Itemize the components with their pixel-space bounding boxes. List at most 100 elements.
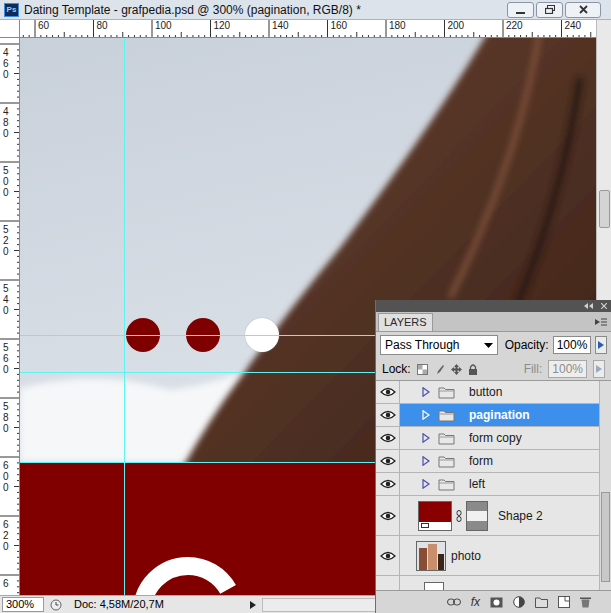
ruler-label: 180 bbox=[389, 20, 407, 32]
expand-icon[interactable] bbox=[422, 433, 430, 443]
guide-vertical[interactable] bbox=[124, 38, 125, 595]
expand-icon[interactable] bbox=[422, 479, 430, 489]
ruler-label: 560 bbox=[3, 342, 13, 375]
scrollbar-thumb[interactable] bbox=[599, 190, 610, 228]
ruler-label: 600 bbox=[3, 460, 13, 493]
horizontal-ruler[interactable]: 6080100120140160180200220240 bbox=[20, 20, 596, 38]
photoshop-window: PsDating Template - grafpedia.psd @ 300%… bbox=[0, 0, 611, 613]
layer-name[interactable]: photo bbox=[451, 547, 481, 565]
vertical-ruler[interactable]: 4604805005205405605806006206 bbox=[0, 38, 20, 595]
ruler-label: 240 bbox=[565, 20, 583, 32]
eye-icon[interactable] bbox=[380, 551, 396, 561]
arrow-icon[interactable] bbox=[596, 365, 602, 373]
arrow-icon[interactable] bbox=[250, 601, 256, 609]
restore-button[interactable] bbox=[536, 2, 563, 18]
app-icon: Ps bbox=[4, 3, 19, 17]
layer-name[interactable]: Shape 2 bbox=[498, 507, 543, 525]
layers-toolbar: fx bbox=[376, 590, 611, 613]
layer-name[interactable]: left bbox=[469, 475, 485, 493]
zoom-field[interactable]: 300% bbox=[2, 597, 44, 612]
minimize-button[interactable] bbox=[507, 2, 534, 18]
eye-icon[interactable] bbox=[380, 511, 396, 521]
blend-row: Pass Through Opacity:100% bbox=[376, 332, 611, 358]
mask-thumbnail bbox=[466, 501, 488, 531]
eye-icon[interactable] bbox=[380, 410, 396, 420]
layers-tab[interactable]: LAYERS bbox=[378, 313, 433, 331]
expand-icon[interactable] bbox=[422, 456, 430, 466]
layer-list[interactable]: button pagination form copy form left Shape 2… bbox=[376, 380, 611, 590]
layer-row[interactable]: left bbox=[376, 473, 599, 496]
fill-label: Fill: bbox=[524, 360, 543, 378]
layer-list-scrollbar[interactable] bbox=[599, 381, 611, 590]
visibility-cell[interactable] bbox=[376, 473, 400, 495]
layers-panel[interactable]: LAYERSPass ThroughOpacity:100%Lock:Fill:… bbox=[375, 300, 611, 613]
ruler-label: 480 bbox=[3, 106, 13, 139]
ruler-label: 140 bbox=[272, 20, 290, 32]
visibility-cell[interactable] bbox=[376, 450, 400, 472]
panel-tabs: LAYERS bbox=[376, 312, 611, 332]
visibility-cell[interactable] bbox=[376, 536, 400, 575]
folder-icon bbox=[438, 386, 455, 399]
layer-row[interactable]: photo bbox=[376, 536, 599, 576]
close-button[interactable] bbox=[565, 2, 601, 18]
ruler-label: 160 bbox=[331, 20, 349, 32]
lock-transparency-icon[interactable] bbox=[417, 364, 428, 375]
fill-slider-button[interactable] bbox=[593, 360, 605, 378]
dropdown-icon[interactable] bbox=[484, 343, 493, 348]
eye-icon[interactable] bbox=[380, 433, 396, 443]
image-thumbnail bbox=[416, 541, 446, 571]
visibility-cell[interactable] bbox=[376, 427, 400, 449]
folder-icon bbox=[438, 432, 455, 445]
blend-mode-select[interactable]: Pass Through bbox=[380, 335, 498, 355]
close-icon[interactable] bbox=[601, 303, 607, 309]
layer-name[interactable]: form copy bbox=[469, 429, 522, 447]
ruler-label: 200 bbox=[448, 20, 466, 32]
ruler-label: 620 bbox=[3, 519, 13, 552]
link-layers-icon[interactable] bbox=[447, 598, 461, 606]
ruler-label: 540 bbox=[3, 283, 13, 316]
eye-icon[interactable] bbox=[380, 456, 396, 466]
ruler-corner bbox=[0, 20, 20, 38]
folder-icon bbox=[438, 478, 455, 491]
new-group-icon[interactable] bbox=[535, 597, 548, 608]
panel-header[interactable] bbox=[376, 300, 611, 312]
visibility-cell[interactable] bbox=[376, 576, 400, 590]
layer-row[interactable]: form copy bbox=[376, 427, 599, 450]
folder-icon bbox=[438, 455, 455, 468]
lock-position-icon[interactable] bbox=[451, 364, 462, 375]
opacity-label: Opacity: bbox=[505, 336, 549, 354]
eye-icon[interactable] bbox=[380, 479, 396, 489]
link-icon[interactable] bbox=[456, 510, 462, 522]
eye-icon[interactable] bbox=[380, 387, 396, 397]
fill-field[interactable]: 100% bbox=[548, 360, 587, 378]
window-controls bbox=[507, 2, 601, 18]
lock-all-icon[interactable] bbox=[468, 364, 478, 375]
trash-icon[interactable] bbox=[580, 596, 591, 608]
ruler-label: 500 bbox=[3, 165, 13, 198]
arrow-icon[interactable] bbox=[598, 341, 604, 349]
panel-menu-icon[interactable] bbox=[595, 318, 607, 326]
expand-icon[interactable] bbox=[422, 387, 430, 397]
status-icon[interactable] bbox=[50, 599, 62, 611]
layer-name[interactable]: pagination bbox=[469, 406, 530, 424]
layer-row[interactable]: button bbox=[376, 381, 599, 404]
visibility-cell[interactable] bbox=[376, 496, 400, 535]
layer-row[interactable]: pagination bbox=[376, 404, 599, 427]
layer-row[interactable] bbox=[376, 576, 599, 590]
collapse-icon[interactable] bbox=[584, 303, 593, 309]
layer-row[interactable]: form bbox=[376, 450, 599, 473]
opacity-slider-button[interactable] bbox=[595, 336, 607, 354]
expand-icon[interactable] bbox=[422, 410, 430, 420]
layer-name[interactable]: button bbox=[469, 383, 502, 401]
new-layer-icon[interactable] bbox=[558, 596, 570, 608]
layer-style-button[interactable]: fx bbox=[471, 596, 480, 608]
adjustment-layer-icon[interactable] bbox=[513, 596, 525, 608]
add-mask-icon[interactable] bbox=[490, 597, 503, 608]
lock-pixels-icon[interactable] bbox=[434, 364, 445, 375]
visibility-cell[interactable] bbox=[376, 381, 400, 403]
opacity-field[interactable]: 100% bbox=[553, 336, 592, 354]
layer-row[interactable]: Shape 2 bbox=[376, 496, 599, 536]
restore-icon bbox=[545, 5, 555, 14]
visibility-cell[interactable] bbox=[376, 404, 400, 426]
layer-name[interactable]: form bbox=[469, 452, 493, 470]
